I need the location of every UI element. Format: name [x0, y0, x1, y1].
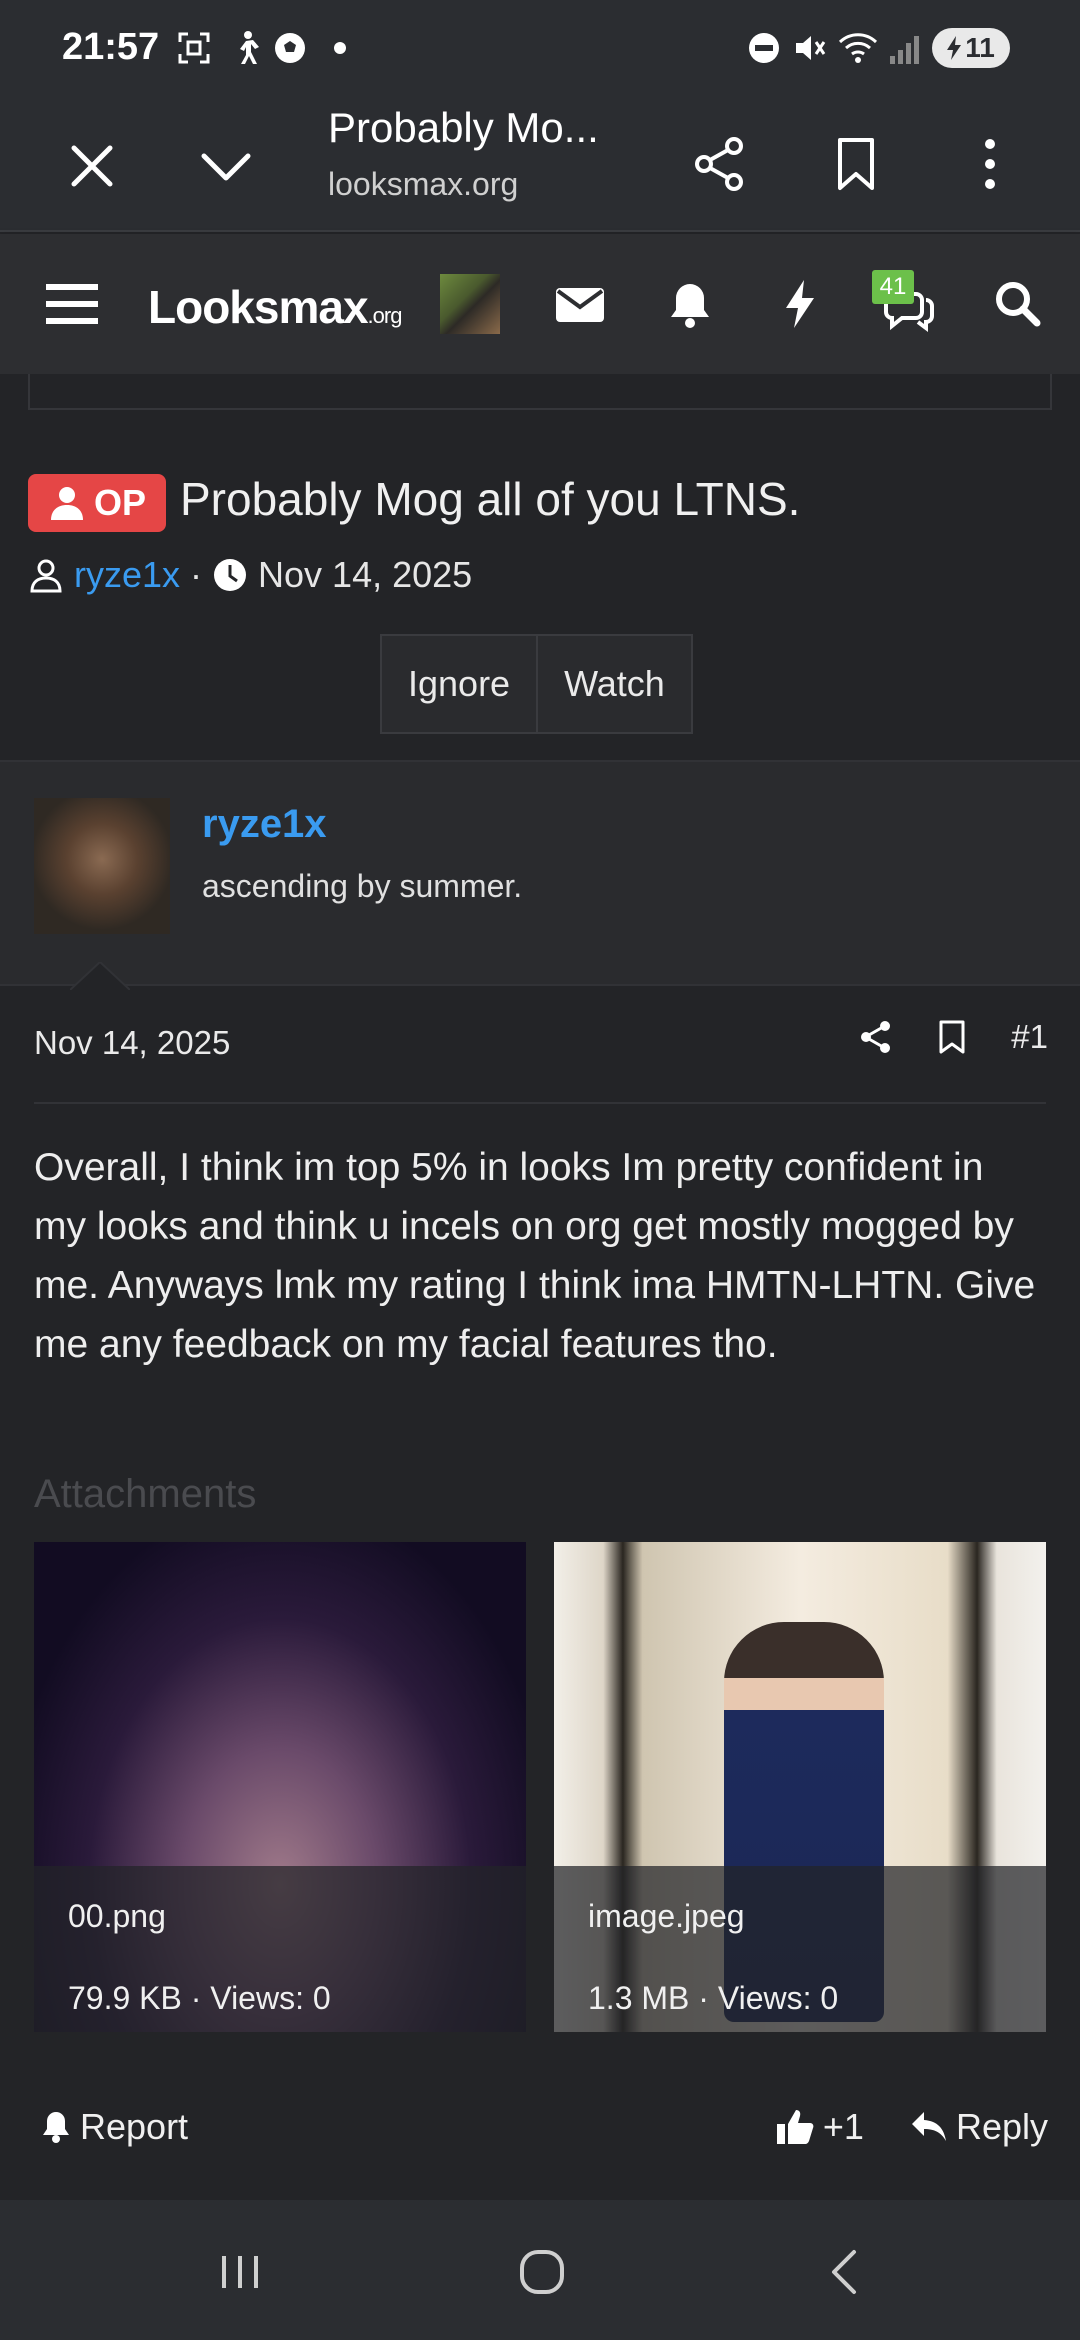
thread-actions: Ignore Watch: [380, 634, 693, 734]
battery-level: 11: [965, 32, 995, 63]
user-title: ascending by summer.: [202, 868, 523, 904]
logo-suffix: .org: [367, 303, 403, 328]
like-button[interactable]: +1: [775, 2106, 864, 2148]
post-footer: Report +1 Reply: [40, 2106, 1048, 2148]
bell-icon: [40, 2110, 72, 2144]
signal-icon: [888, 30, 924, 66]
attachment-thumbnail[interactable]: 00.png 79.9 KB · Views: 0: [34, 1542, 526, 2032]
chevron-down-icon[interactable]: [196, 136, 256, 196]
reply-label: Reply: [955, 2106, 1048, 2147]
attachment-name: 00.png: [68, 1898, 166, 1934]
report-label: Report: [80, 2106, 189, 2147]
share-icon[interactable]: [690, 134, 750, 194]
attachment-meta: 79.9 KB · Views: 0: [68, 1980, 331, 2016]
post-user-block: ryze1x ascending by summer.: [0, 760, 1080, 986]
reply-button[interactable]: Reply: [910, 2106, 1048, 2148]
browser-toolbar: Probably Mo... looksmax.org: [0, 98, 1080, 232]
post-divider: [34, 1102, 1046, 1104]
user-avatar[interactable]: [34, 798, 170, 934]
thread-title: Probably Mog all of you LTNS.: [180, 473, 801, 525]
battery-indicator: 11: [932, 28, 1010, 68]
charging-bolt-icon: [947, 36, 962, 60]
thread-date[interactable]: Nov 14, 2025: [258, 554, 472, 596]
plus-one-label: +1: [822, 2106, 864, 2147]
do-not-disturb-icon: [746, 30, 782, 66]
post-date[interactable]: Nov 14, 2025: [34, 1024, 230, 1062]
reply-arrow-icon: [910, 2110, 948, 2144]
attachment-caption: 00.png 79.9 KB · Views: 0: [34, 1866, 526, 2032]
report-button[interactable]: Report: [40, 2106, 188, 2148]
soccer-ball-icon: [272, 30, 308, 66]
bell-icon[interactable]: [662, 276, 718, 332]
lightning-icon[interactable]: [772, 276, 828, 332]
ignore-button[interactable]: Ignore: [382, 636, 536, 732]
thread-meta: ryze1x · Nov 14, 2025: [28, 554, 472, 596]
close-tab-icon[interactable]: [62, 136, 122, 196]
post-username[interactable]: ryze1x: [202, 802, 327, 847]
system-navigation-bar: [0, 2200, 1080, 2340]
site-logo[interactable]: Looksmax.org: [148, 280, 403, 334]
meta-separator: ·: [190, 554, 203, 595]
status-time: 21:57: [62, 26, 160, 68]
post-actions: #1: [859, 1018, 1048, 1056]
browser-url[interactable]: looksmax.org: [328, 166, 518, 203]
attachment-thumbnail[interactable]: image.jpeg 1.3 MB · Views: 0: [554, 1542, 1046, 2032]
mute-icon: [792, 30, 828, 66]
back-icon[interactable]: [818, 2244, 874, 2300]
attachment-name: image.jpeg: [588, 1898, 745, 1934]
search-icon[interactable]: [990, 276, 1046, 332]
clock-icon: [212, 557, 248, 593]
watch-button[interactable]: Watch: [536, 636, 691, 732]
wifi-icon: [838, 30, 878, 66]
conversations-badge: 41: [872, 270, 914, 304]
post-share-icon[interactable]: [859, 1020, 893, 1054]
post: Nov 14, 2025 #1 Overall, I think im top …: [0, 962, 1080, 2198]
more-options-icon[interactable]: [960, 134, 1020, 194]
home-icon[interactable]: [514, 2244, 570, 2300]
author-icon: [28, 557, 64, 593]
post-pointer: [70, 962, 130, 990]
logo-text: Looksmax: [148, 281, 369, 333]
bookmark-icon[interactable]: [826, 134, 886, 194]
screenshot-icon: [176, 30, 212, 66]
attachment-meta: 1.3 MB · Views: 0: [588, 1980, 839, 2016]
user-icon: [48, 484, 86, 522]
post-body: Overall, I think im top 5% in looks Im p…: [34, 1146, 1036, 1366]
header-divider: [28, 374, 1052, 410]
thread-author-link[interactable]: ryze1x: [74, 554, 180, 596]
post-number[interactable]: #1: [1011, 1018, 1048, 1056]
thread-header: OP Probably Mog all of you LTNS. ryze1x …: [0, 374, 1080, 760]
walking-icon: [228, 30, 264, 66]
hamburger-menu-icon[interactable]: [44, 276, 100, 332]
browser-page-title[interactable]: Probably Mo...: [328, 104, 599, 152]
envelope-icon[interactable]: [552, 276, 608, 332]
attachment-caption: image.jpeg 1.3 MB · Views: 0: [554, 1866, 1046, 2032]
post-bookmark-icon[interactable]: [937, 1020, 967, 1054]
post-footer-actions: +1 Reply: [775, 2106, 1048, 2148]
op-badge: OP: [28, 474, 166, 532]
attachments-label: Attachments: [34, 1472, 257, 1516]
account-avatar[interactable]: [440, 274, 500, 334]
notification-dot-icon: [330, 30, 366, 66]
thumbs-up-icon: [775, 2108, 815, 2146]
recent-apps-icon[interactable]: [212, 2244, 268, 2300]
site-navigation: Looksmax.org 41: [0, 234, 1080, 374]
status-bar: 21:57 11: [0, 0, 1080, 98]
op-label: OP: [93, 482, 146, 523]
